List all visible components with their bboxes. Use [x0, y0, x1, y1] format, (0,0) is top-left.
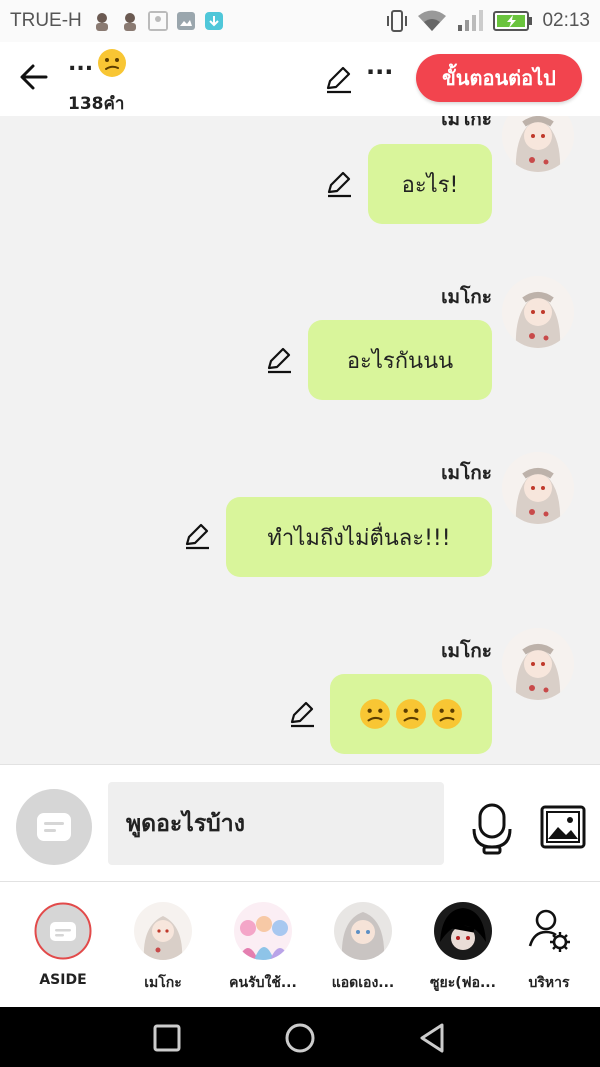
- aside-chat-icon: [34, 902, 92, 960]
- message-sender-name: เมโกะ: [441, 286, 492, 308]
- home-icon[interactable]: [283, 1021, 317, 1055]
- message-bubble[interactable]: ทำไมถึงไม่ตื่นละ!!!: [226, 497, 492, 577]
- character-aside[interactable]: ASIDE: [8, 902, 118, 988]
- composer: [0, 764, 600, 882]
- vibrate-icon: [387, 10, 408, 32]
- wifi-icon: [418, 10, 447, 31]
- message-sender-name: เมโกะ: [441, 462, 492, 484]
- edit-message-icon[interactable]: [324, 170, 354, 200]
- message-input[interactable]: [108, 782, 444, 865]
- message-sender-name: เมโกะ: [441, 640, 492, 662]
- message-sender-name: เมโกะ: [441, 116, 492, 130]
- edit-message-icon[interactable]: [287, 700, 317, 730]
- avatar-notification-icon: [123, 13, 136, 31]
- message-bubble[interactable]: อะไรกันนน: [308, 320, 492, 400]
- image-notification-icon: [147, 11, 168, 31]
- character-item[interactable]: คนรับใช้...: [208, 902, 318, 994]
- message-bubble[interactable]: อะไร!: [368, 144, 492, 224]
- character-item[interactable]: แอดเอง...: [308, 902, 418, 994]
- download-notification-icon: [204, 12, 223, 30]
- character-label: คนรับใช้...: [229, 975, 297, 991]
- signal-icon: [458, 10, 484, 31]
- recent-apps-icon[interactable]: [150, 1021, 184, 1055]
- manage-characters-icon: [528, 909, 570, 952]
- image-icon[interactable]: [540, 805, 586, 849]
- character-item[interactable]: เมโกะ: [108, 902, 218, 994]
- story-title-text: ...: [68, 50, 94, 76]
- avatar-notification-icon: [95, 13, 108, 31]
- chat-toggle-icon: [37, 813, 71, 841]
- avatar[interactable]: [502, 628, 574, 700]
- back-arrow-icon[interactable]: [18, 60, 52, 94]
- character-label: บริหาร: [528, 975, 570, 991]
- chat-area[interactable]: เมโกะ อะไร! เมโกะ อะไรกันนน เมโกะ ทำไมถึ…: [0, 116, 600, 764]
- avatar[interactable]: [502, 276, 574, 348]
- emoji-message-bubble[interactable]: [330, 674, 492, 754]
- status-bar: TRUE-H 02:13: [0, 0, 600, 42]
- character-bar: ASIDE เมโกะ คนรับใช้... แอดเอง... ซูยะ(ฟ…: [0, 882, 600, 1007]
- battery-charging-icon: [493, 11, 533, 31]
- status-right: 02:13: [386, 9, 590, 33]
- clock: 02:13: [542, 10, 590, 31]
- header: ... 138คำ ··· ขั้นตอนต่อไป: [0, 42, 600, 116]
- confused-face-icon: [98, 49, 127, 77]
- edit-message-icon[interactable]: [182, 522, 212, 552]
- character-label: ASIDE: [39, 972, 87, 988]
- android-nav-bar: [0, 1007, 600, 1067]
- character-label: เมโกะ: [144, 975, 182, 991]
- confused-face-icon: [396, 699, 426, 729]
- story-title: ...: [68, 48, 127, 78]
- back-icon[interactable]: [416, 1021, 450, 1055]
- edit-message-icon[interactable]: [264, 346, 294, 376]
- carrier-label: TRUE-H: [10, 10, 82, 31]
- word-count: 138คำ: [68, 94, 125, 114]
- edit-pencil-icon[interactable]: [322, 64, 354, 96]
- avatar[interactable]: [502, 116, 574, 172]
- character-label: ซูยะ(ฟอ...: [430, 975, 496, 991]
- character-label: แอดเอง...: [331, 975, 395, 991]
- avatar: [134, 902, 192, 960]
- more-options-button[interactable]: ···: [366, 60, 396, 90]
- avatar[interactable]: [502, 452, 574, 524]
- microphone-icon[interactable]: [470, 803, 514, 855]
- avatar: [434, 902, 492, 960]
- confused-face-icon: [360, 699, 390, 729]
- avatar: [334, 902, 392, 960]
- next-step-button[interactable]: ขั้นตอนต่อไป: [416, 54, 582, 102]
- avatar: [234, 902, 292, 960]
- confused-face-icon: [432, 699, 462, 729]
- gallery-notification-icon: [176, 12, 195, 30]
- aside-toggle-button[interactable]: [16, 789, 92, 865]
- manage-characters-button[interactable]: บริหาร: [494, 902, 600, 994]
- notification-icons: [92, 11, 224, 31]
- screen: TRUE-H 02:13 ... 138คำ ··· ขั้นตอนต่อไป …: [0, 0, 600, 1067]
